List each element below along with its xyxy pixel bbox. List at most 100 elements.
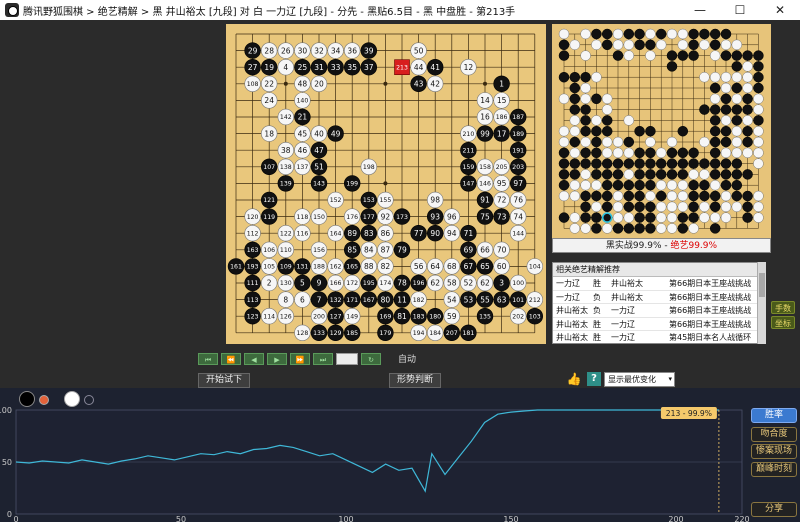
board-stone[interactable]: 6 <box>294 291 311 308</box>
board-stone[interactable]: 20 <box>310 75 328 92</box>
board-stone[interactable]: 212 <box>526 291 543 308</box>
board-stone[interactable]: 67 <box>460 258 477 275</box>
blunder-scene-tab[interactable]: 惨案现场 <box>751 444 797 459</box>
move-numbers-button[interactable]: 手数 <box>771 301 795 314</box>
board-stone[interactable]: 211 <box>460 141 477 159</box>
board-stone[interactable]: 83 <box>360 225 378 242</box>
board-stone[interactable]: 88 <box>360 258 378 275</box>
board-stone[interactable]: 188 <box>310 258 328 275</box>
board-stone[interactable]: 70 <box>493 241 510 259</box>
board-stone[interactable]: 48 <box>294 75 311 92</box>
board-stone[interactable]: 196 <box>410 274 427 292</box>
board-stone[interactable]: 63 <box>493 291 510 308</box>
board-stone[interactable]: 98 <box>427 191 444 209</box>
board-stone[interactable]: 92 <box>377 208 394 225</box>
board-stone[interactable]: 131 <box>294 258 311 275</box>
board-stone[interactable]: 71 <box>460 225 477 242</box>
board-stone[interactable]: 44 <box>410 58 427 76</box>
board-stone[interactable]: 123 <box>244 308 261 325</box>
board-stone[interactable]: 25 <box>294 58 311 76</box>
board-stone[interactable]: 75 <box>476 208 494 225</box>
board-stone[interactable]: 173 <box>393 208 411 225</box>
board-stone[interactable]: 45 <box>294 125 311 142</box>
board-stone[interactable]: 137 <box>294 158 311 176</box>
board-stone[interactable]: 166 <box>327 274 344 292</box>
board-stone[interactable]: 66 <box>476 241 494 259</box>
board-stone[interactable]: 60 <box>493 258 510 275</box>
board-stone[interactable]: 126 <box>277 308 294 325</box>
board-stone[interactable]: 30 <box>294 42 311 59</box>
board-stone[interactable]: 47 <box>310 141 328 159</box>
board-stone[interactable]: 51 <box>310 158 328 176</box>
board-stone[interactable]: 42 <box>427 75 444 92</box>
board-stone[interactable]: 99 <box>476 125 494 142</box>
prev-move-button[interactable]: ◀ <box>244 353 264 365</box>
auto-play-button[interactable]: 自动 <box>398 352 416 365</box>
board-stone[interactable]: 84 <box>360 241 378 259</box>
board-stone[interactable]: 36 <box>343 42 361 59</box>
board-stone[interactable]: 85 <box>343 241 361 259</box>
board-stone[interactable]: 174 <box>377 274 394 292</box>
go-board[interactable]: 29 28 26 30 32 34 36 39 5027 19 4 25 31 33 35 37 213 44 41… <box>226 24 546 344</box>
board-stone[interactable]: 153 <box>360 191 378 209</box>
board-stone[interactable]: 7 <box>310 291 328 308</box>
board-stone[interactable]: 114 <box>260 308 278 325</box>
board-stone[interactable]: 162 <box>327 258 344 275</box>
loop-icon[interactable]: ↻ <box>361 353 381 365</box>
board-stone[interactable]: 95 <box>493 175 510 192</box>
board-stone[interactable]: 161 <box>227 258 245 275</box>
board-stone[interactable]: 86 <box>377 225 394 242</box>
board-stone[interactable]: 169 <box>377 308 394 325</box>
board-stone[interactable]: 185 <box>343 324 361 341</box>
board-stone[interactable]: 4 <box>277 58 294 76</box>
board-stone[interactable]: 101 <box>510 291 527 308</box>
board-stone[interactable]: 77 <box>410 225 427 242</box>
peak-moment-tab[interactable]: 巅峰时刻 <box>751 462 797 477</box>
board-stone[interactable]: 177 <box>360 208 378 225</box>
last-move-button[interactable]: ⏭ <box>313 353 333 365</box>
board-stone[interactable]: 164 <box>327 225 344 242</box>
board-stone[interactable]: 121 <box>260 191 278 209</box>
board-stone[interactable]: 113 <box>244 291 261 308</box>
board-stone[interactable]: 94 <box>443 225 461 242</box>
winrate-tab[interactable]: 胜率 <box>751 408 797 423</box>
board-stone[interactable]: 59 <box>443 308 461 325</box>
board-stone[interactable]: 138 <box>277 158 294 176</box>
board-stone[interactable]: 156 <box>310 241 328 259</box>
board-stone[interactable]: 105 <box>260 258 278 275</box>
board-stone[interactable]: 176 <box>343 208 361 225</box>
board-stone[interactable]: 58 <box>443 274 461 292</box>
board-stone[interactable]: 18 <box>260 125 278 142</box>
board-stone[interactable]: 73 <box>493 208 510 225</box>
share-button[interactable]: 分享 <box>751 502 797 517</box>
board-stone[interactable]: 12 <box>460 58 477 76</box>
board-stone[interactable]: 72 <box>493 191 510 209</box>
board-stone[interactable]: 187 <box>510 108 527 126</box>
game-row[interactable]: 井山裕太胜一力辽 第66期日本王座战挑战 <box>553 318 765 331</box>
board-stone[interactable]: 147 <box>460 175 477 192</box>
board-stone[interactable]: 210 <box>460 125 477 142</box>
board-stone[interactable]: 195 <box>360 274 378 292</box>
maximize-button[interactable]: ☐ <box>720 0 760 20</box>
board-stone[interactable]: 128 <box>294 324 311 341</box>
board-stone[interactable]: 165 <box>343 258 361 275</box>
board-stone[interactable]: 16 <box>476 108 494 126</box>
board-stone[interactable]: 32 <box>310 42 328 59</box>
board-stone[interactable]: 43 <box>410 75 427 92</box>
board-stone[interactable]: 29 <box>244 42 261 59</box>
board-stone[interactable]: 180 <box>427 308 444 325</box>
board-stone[interactable]: 186 <box>493 108 510 126</box>
board-stone[interactable]: 34 <box>327 42 344 59</box>
board-stone[interactable]: 119 <box>260 208 278 225</box>
board-stone[interactable]: 80 <box>377 291 394 308</box>
board-stone[interactable]: 19 <box>260 58 278 76</box>
board-stone[interactable]: 46 <box>294 141 311 159</box>
game-row[interactable]: 井山裕太负 一力辽 第66期日本王座战挑战 <box>553 304 765 318</box>
board-stone[interactable]: 109 <box>277 258 294 275</box>
board-stone[interactable]: 106 <box>260 241 278 259</box>
board-stone[interactable]: 171 <box>343 291 361 308</box>
board-stone[interactable]: 55 <box>476 291 494 308</box>
board-stone[interactable]: 152 <box>327 191 344 209</box>
judge-situation-button[interactable]: 形势判断 <box>389 373 441 388</box>
board-stone[interactable]: 3 <box>493 274 510 292</box>
